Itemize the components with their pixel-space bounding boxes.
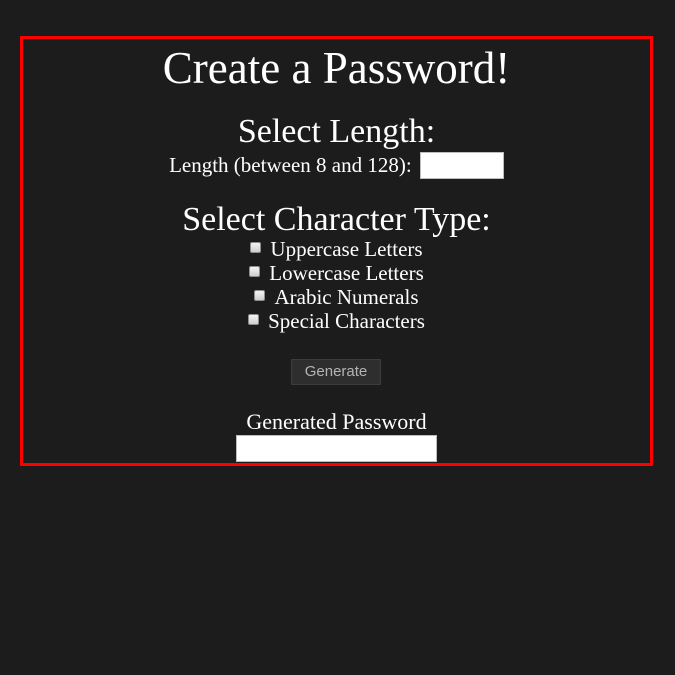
generate-button[interactable]: Generate <box>291 359 381 385</box>
option-label: Lowercase Letters <box>269 261 424 285</box>
option-label: Uppercase Letters <box>270 237 423 261</box>
character-type-heading: Select Character Type: <box>182 201 491 238</box>
special-characters-checkbox[interactable] <box>248 314 260 325</box>
generated-password-label: Generated Password <box>246 409 427 434</box>
length-label: Length (between 8 and 128): <box>169 153 412 178</box>
uppercase-checkbox[interactable] <box>250 242 262 253</box>
option-lowercase[interactable]: Lowercase Letters <box>23 261 650 285</box>
character-type-list: Uppercase Letters Lowercase Letters Arab… <box>23 237 650 333</box>
option-uppercase[interactable]: Uppercase Letters <box>23 237 650 261</box>
option-label: Arabic Numerals <box>274 285 419 309</box>
page-title: Create a Password! <box>162 43 511 93</box>
length-row: Length (between 8 and 128): <box>23 149 650 179</box>
length-section-heading: Select Length: <box>237 113 436 150</box>
numerals-checkbox[interactable] <box>254 290 266 301</box>
lowercase-checkbox[interactable] <box>249 266 261 277</box>
generated-password-field[interactable] <box>236 435 437 462</box>
option-label: Special Characters <box>268 309 425 333</box>
option-special[interactable]: Special Characters <box>23 309 650 333</box>
length-input[interactable] <box>419 151 504 179</box>
option-numerals[interactable]: Arabic Numerals <box>23 285 650 309</box>
password-generator-panel: Create a Password! Select Length: Length… <box>20 36 653 466</box>
